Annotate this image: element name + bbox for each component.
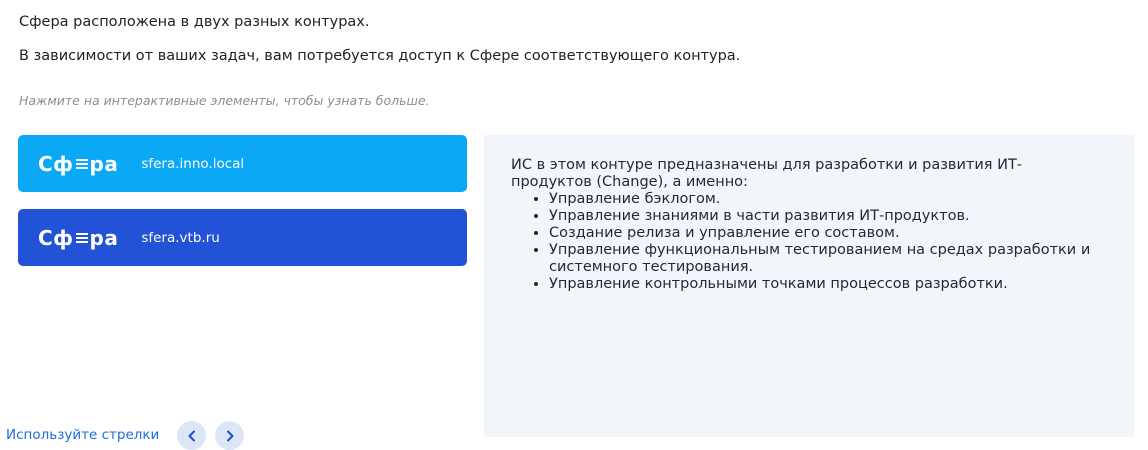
- triple-bar-icon: [75, 232, 88, 243]
- chevron-left-icon: [188, 430, 195, 441]
- next-button[interactable]: [215, 421, 244, 450]
- logo-part-left: Сф: [38, 225, 74, 250]
- sfera-logo: Сф ра: [38, 152, 118, 176]
- arrows-hint-label: Используйте стрелки: [6, 427, 160, 443]
- list-item: Управление функциональным тестированием …: [549, 242, 1108, 276]
- intro-text-2: В зависимости от ваших задач, вам потреб…: [19, 48, 741, 64]
- list-item: Управление контрольными точками процессо…: [549, 276, 1108, 293]
- logo-part-right: ра: [89, 151, 119, 176]
- panel-lead-text: ИС в этом контуре предназначены для разр…: [511, 157, 1023, 190]
- triple-bar-icon: [75, 158, 88, 169]
- contour-domain: sfera.inno.local: [141, 155, 245, 172]
- feature-list: Управление бэклогом. Управление знаниями…: [511, 191, 1108, 293]
- list-item: Создание релиза и управление его составо…: [549, 225, 1108, 242]
- contour-card-vtb[interactable]: Сф ра sfera.vtb.ru: [18, 209, 467, 266]
- chevron-right-icon: [226, 430, 233, 441]
- logo-part-left: Сф: [38, 151, 74, 176]
- contour-card-inno[interactable]: Сф ра sfera.inno.local: [18, 135, 467, 192]
- prev-button[interactable]: [177, 421, 206, 450]
- contour-domain: sfera.vtb.ru: [141, 229, 220, 246]
- intro-text-1: Сфера расположена в двух разных контурах…: [19, 14, 370, 30]
- list-item: Управление бэклогом.: [549, 191, 1108, 208]
- logo-part-right: ра: [89, 225, 119, 250]
- hint-text: Нажмите на интерактивные элементы, чтобы…: [19, 93, 430, 108]
- list-item: Управление знаниями в части развития ИТ-…: [549, 208, 1108, 225]
- sfera-logo: Сф ра: [38, 226, 118, 250]
- contour-description-panel: ИС в этом контуре предназначены для разр…: [484, 135, 1134, 437]
